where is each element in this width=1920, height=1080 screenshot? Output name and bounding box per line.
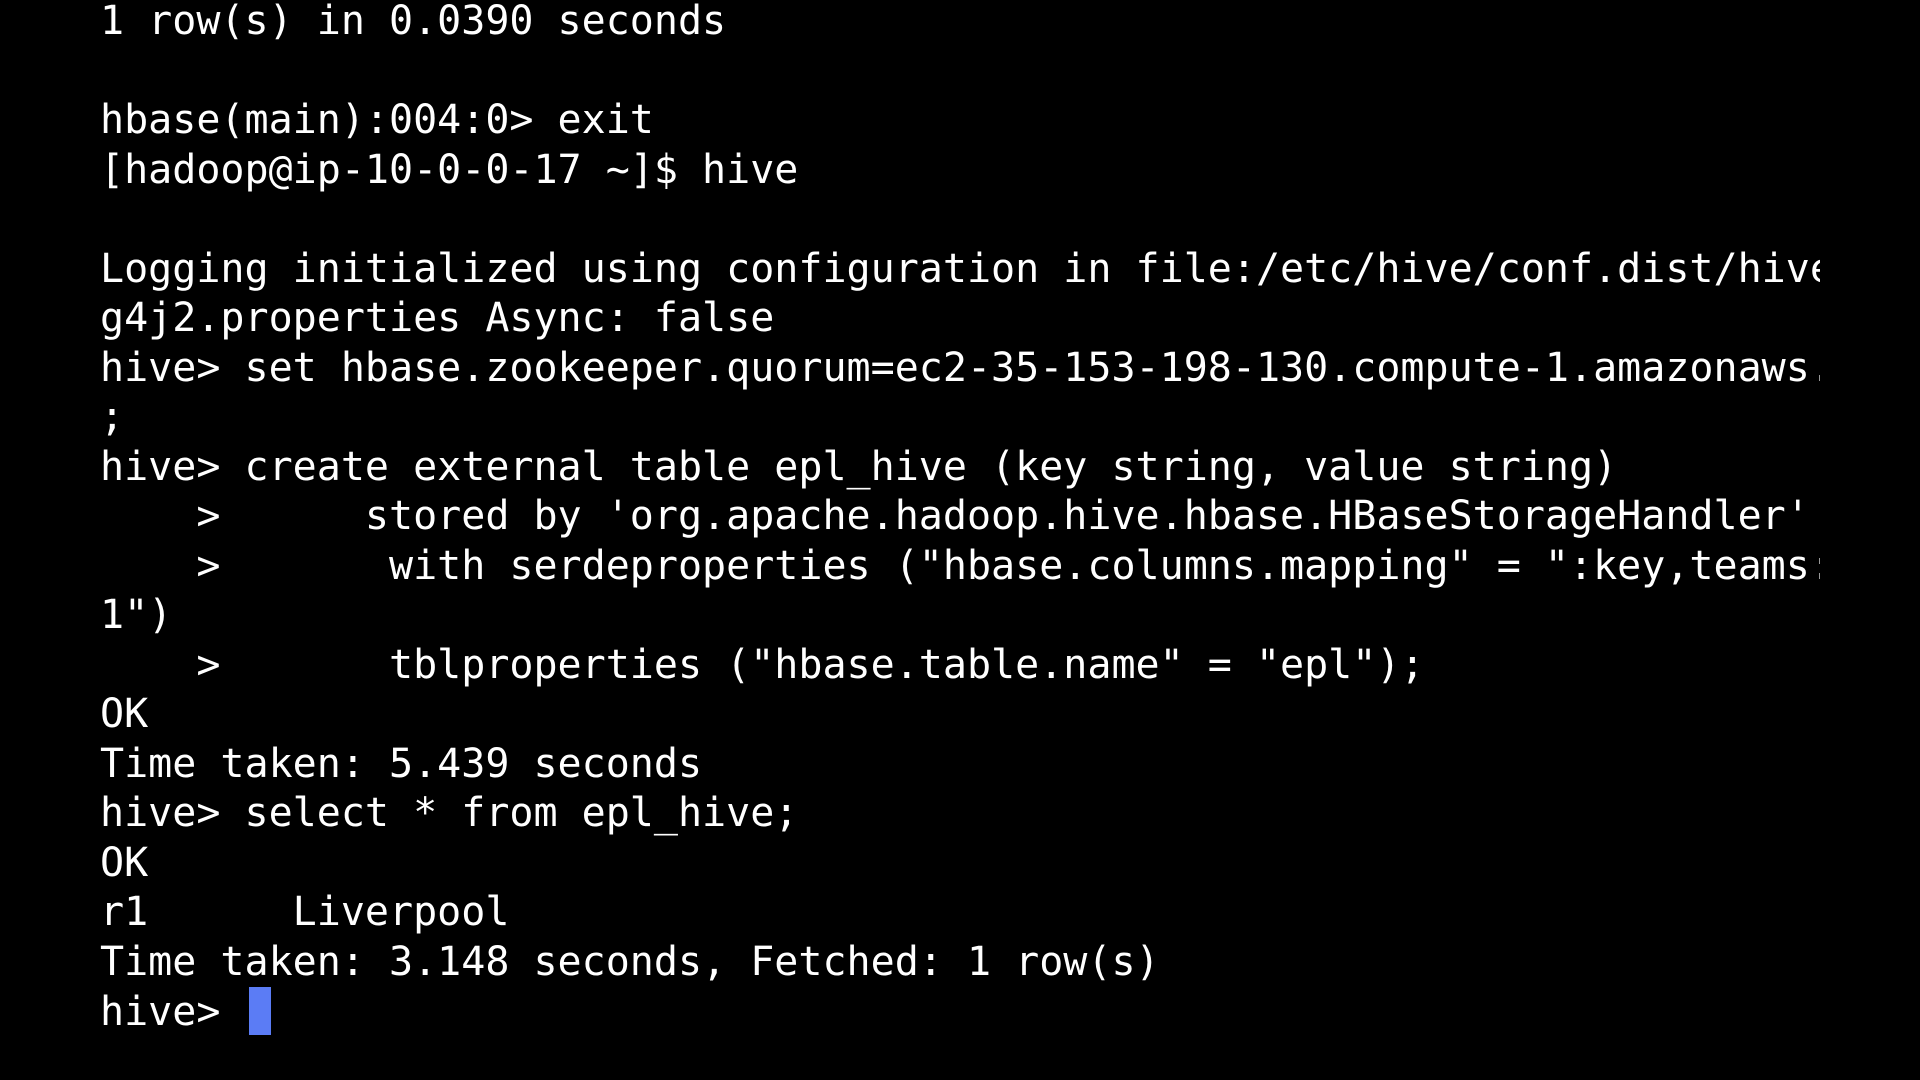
- output-line: hbase(main):004:0> exit: [100, 96, 1820, 146]
- output-line: g4j2.properties Async: false: [100, 295, 775, 341]
- prompt-line[interactable]: hive>: [100, 987, 1820, 1037]
- output-line-text: hive> select * from epl_hive;: [100, 790, 799, 836]
- output-line: Time taken: 5.439 seconds: [100, 740, 703, 787]
- output-line: hive> set hbase.zookeeper.quorum=ec2-35-…: [100, 344, 1820, 391]
- output-line: hive> select * from epl_hive;: [100, 789, 1820, 839]
- output-line: r1 Liverpool: [100, 889, 510, 935]
- output-line-text: [hadoop@ip-10-0-0-17 ~]$ hive: [100, 146, 799, 193]
- prompt-text: hive>: [100, 989, 245, 1035]
- output-line-text: hbase(main):004:0> exit: [100, 97, 654, 143]
- output-line-text: > tblproperties ("hbase.table.name" = "e…: [100, 641, 1425, 688]
- output-line: Time taken: 3.148 seconds, Fetched: 1 ro…: [100, 938, 1160, 985]
- output-line: OK: [100, 691, 149, 737]
- text-cursor: [248, 987, 271, 1035]
- output-line: 1 row(s) in 0.0390 seconds: [100, 0, 727, 44]
- output-line: 1"): [100, 592, 173, 638]
- output-line: > with serdeproperties ("hbase.columns.m…: [100, 542, 1820, 589]
- output-line: [hadoop@ip-10-0-0-17 ~]$ hive: [100, 146, 1820, 196]
- output-line: > tblproperties ("hbase.table.name" = "e…: [100, 641, 1820, 691]
- output-line: hive> create external table epl_hive (ke…: [100, 443, 1618, 490]
- output-line: ;: [100, 394, 125, 440]
- output-line: > stored by 'org.apache.hadoop.hive.hbas…: [100, 493, 1810, 539]
- output-line: OK: [100, 839, 149, 886]
- output-line: Logging initialized using configuration …: [100, 245, 1820, 292]
- terminal-output: 1 row(s) in 0.0390 seconds hbase(main):0…: [100, 0, 1820, 1037]
- terminal-window[interactable]: 1 row(s) in 0.0390 seconds hbase(main):0…: [0, 0, 1920, 1080]
